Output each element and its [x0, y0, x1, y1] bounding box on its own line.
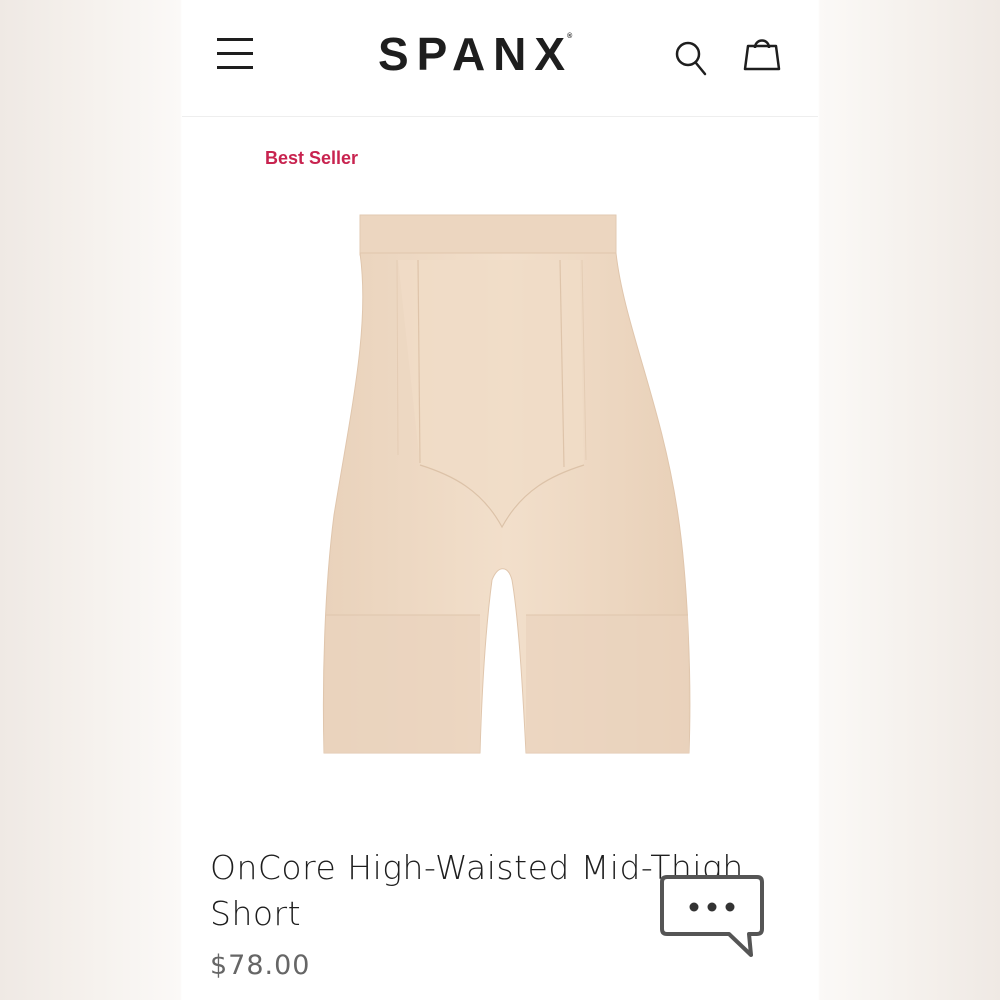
- chat-bubble-icon[interactable]: [657, 873, 767, 959]
- app-screen: SPANX® Best Seller OnCore High-Waisted M…: [182, 0, 818, 1000]
- search-icon[interactable]: [673, 38, 709, 78]
- hamburger-menu-icon[interactable]: [217, 38, 253, 69]
- brand-logo[interactable]: SPANX®: [378, 27, 578, 81]
- product-image[interactable]: [312, 205, 702, 765]
- registered-mark: ®: [567, 33, 573, 40]
- logo-text: SPANX: [378, 28, 574, 80]
- product-price: $78.00: [210, 950, 311, 981]
- site-header: SPANX®: [182, 0, 818, 117]
- shopping-bag-icon[interactable]: [742, 34, 782, 74]
- best-seller-badge: Best Seller: [265, 148, 359, 168]
